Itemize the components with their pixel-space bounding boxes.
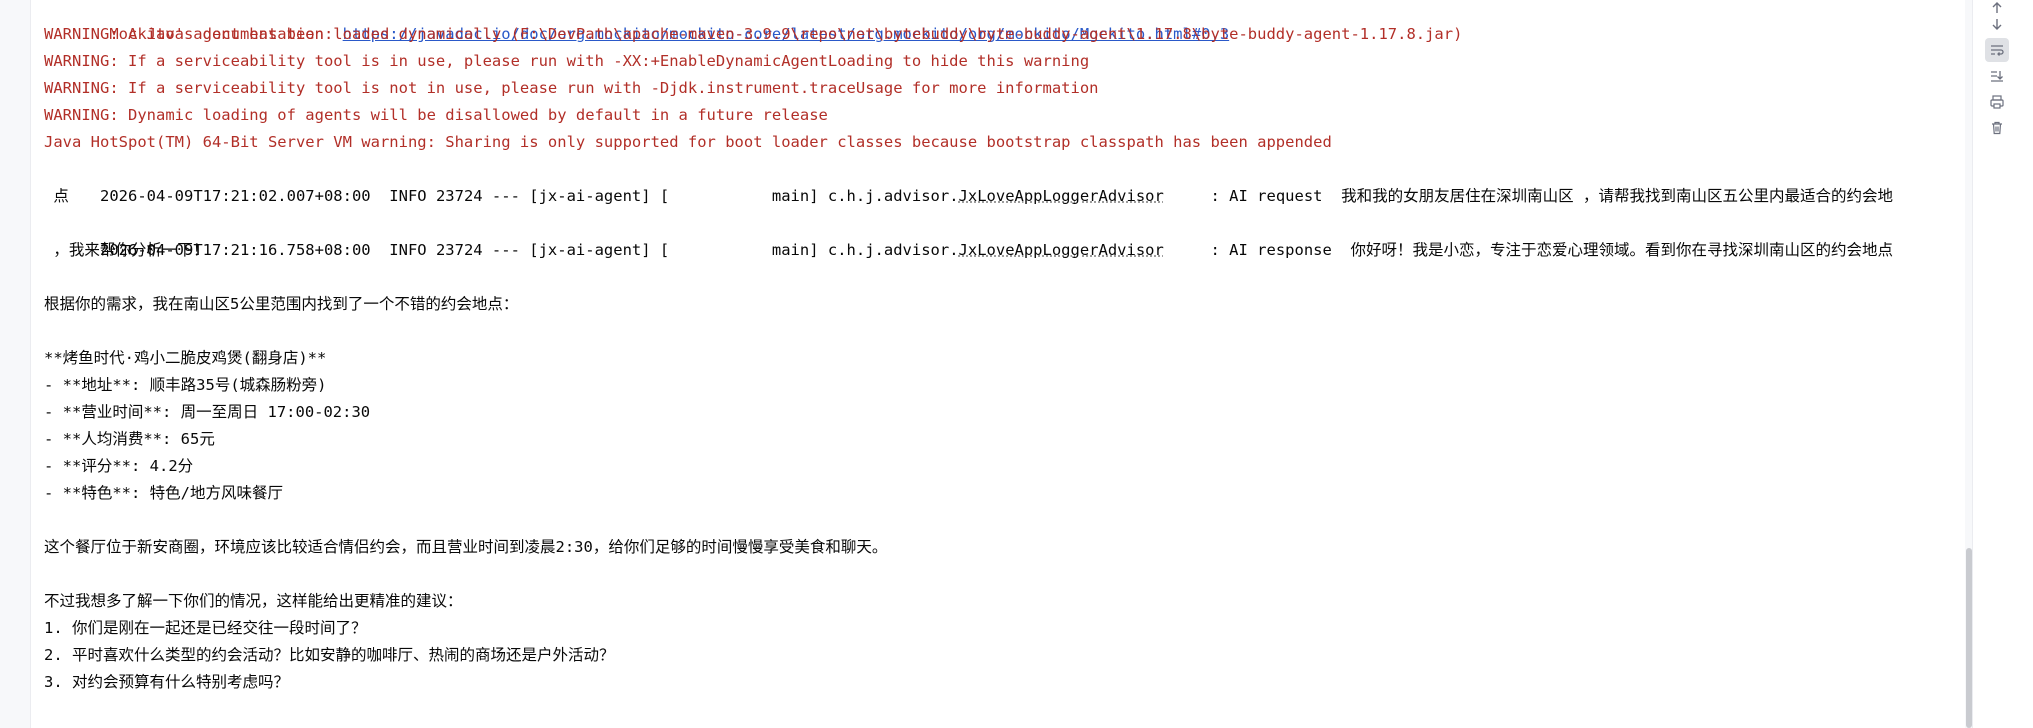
console-line-text: 根据你的需求，我在南山区5公里范围内找到了一个不错的约会地点： [44,295,519,313]
clear-all-icon[interactable] [1985,116,2009,140]
console-line-text: 1. 你们是刚在一起还是已经交往一段时间了？ [44,619,367,637]
console-line-warning-serviceability: WARNING: If a serviceability tool is in … [44,52,1090,70]
console-line-ai-request: 2026-04-09T17:21:02.007+08:00 INFO 23724… [44,156,1893,205]
logger-class-link[interactable]: JxLoveAppLoggerAdvisor [959,241,1164,259]
log-message: : AI response 你好呀！我是小恋，专注于恋爱心理领域。看到你在寻找深… [1163,241,1893,259]
console-line-warning-dynamic-loading: WARNING: Dynamic loading of agents will … [44,106,828,124]
console-output[interactable]: Mockito's documentation: https://javadoc… [44,0,1964,728]
log-prefix: 2026-04-09T17:21:02.007+08:00 INFO 23724… [100,187,959,205]
console-line-text: - **特色**: 特色/地方风味餐厅 [44,484,283,502]
console-line-wrap: ，我来帮你分析一下！ [44,241,209,259]
console-line-vm-warning: Java HotSpot(TM) 64-Bit Server VM warnin… [44,133,1332,151]
logger-class-link[interactable]: JxLoveAppLoggerAdvisor [959,187,1164,205]
print-icon[interactable] [1985,90,2009,114]
console-line-warning-agent: WARNING: A Java agent has been loaded dy… [44,25,1463,43]
soft-wrap-icon[interactable] [1985,38,2009,62]
console-line-text: 3. 对约会预算有什么特别考虑吗？ [44,673,289,691]
console-line-text: - **评分**: 4.2分 [44,457,194,475]
scroll-to-end-icon[interactable] [1985,64,2009,88]
console-line-warning-traceusage: WARNING: If a serviceability tool is not… [44,79,1099,97]
console-line-text: **烤鱼时代·鸡小二脆皮鸡煲(翻身店)** [44,349,327,367]
console-line-text: - **地址**: 顺丰路35号(城森肠粉旁) [44,376,327,394]
console-line-ai-response: 2026-04-09T17:21:16.758+08:00 INFO 23724… [44,210,1893,259]
console-line-mockito-doc: Mockito's documentation: https://javadoc… [44,0,1229,43]
console-line-text: 不过我想多了解一下你们的情况，这样能给出更精准的建议： [44,592,463,610]
log-message: : AI request 我和我的女朋友居住在深圳南山区 ，请帮我找到南山区五公… [1163,187,1893,205]
console-left-gutter [0,0,31,728]
console-line-text: 这个餐厅位于新安商圈，环境应该比较适合情侣约会，而且营业时间到凌晨2:30，给你… [44,538,888,556]
arrow-down-icon[interactable] [1985,12,2009,36]
run-console-window: Mockito's documentation: https://javadoc… [0,0,2033,728]
console-line-text: - **人均消费**: 65元 [44,430,215,448]
console-line-wrap: 点 [44,187,69,205]
console-line-text: 2. 平时喜欢什么类型的约会活动？比如安静的咖啡厅、热闹的商场还是户外活动？ [44,646,615,664]
log-prefix: 2026-04-09T17:21:16.758+08:00 INFO 23724… [100,241,959,259]
console-line-text: - **营业时间**: 周一至周日 17:00-02:30 [44,403,371,421]
